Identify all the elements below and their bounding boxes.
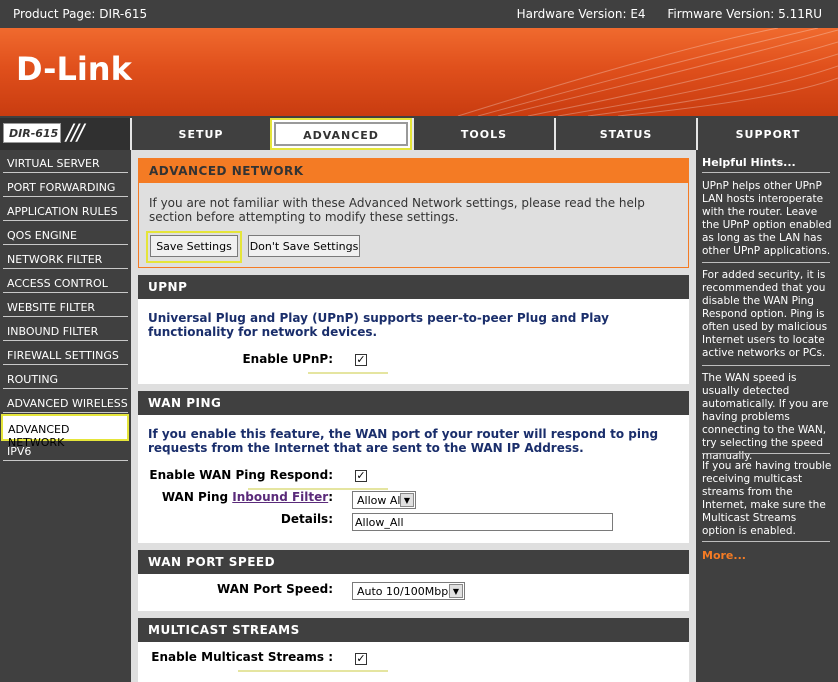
banner-decoration: [457, 28, 838, 116]
wan-ping-filter-label: WAN Ping Inbound Filter:: [148, 490, 333, 504]
tab-setup[interactable]: SETUP: [130, 118, 270, 150]
enable-multicast-label: Enable Multicast Streams :: [151, 650, 333, 664]
help-divider: [702, 453, 830, 454]
tab-advanced-label: ADVANCED: [274, 122, 408, 146]
enable-upnp-label: Enable UPnP:: [242, 352, 333, 366]
enable-upnp-checkbox[interactable]: ✓: [355, 354, 367, 366]
enable-multicast-checkbox[interactable]: ✓: [355, 653, 367, 665]
sidebar-item-ipv6[interactable]: IPV6: [3, 441, 128, 461]
advanced-message: If you are not familiar with these Advan…: [149, 196, 645, 224]
inbound-filter-select[interactable]: Allow All ▼: [352, 491, 416, 509]
details-field[interactable]: Allow_All: [352, 513, 613, 531]
tab-tools[interactable]: TOOLS: [412, 118, 554, 150]
sidebar: VIRTUAL SERVER PORT FORWARDING APPLICATI…: [0, 150, 131, 682]
tab-support[interactable]: SUPPORT: [696, 118, 838, 150]
help-divider: [702, 172, 830, 173]
wan-port-speed-section: WAN PORT SPEED WAN Port Speed: Auto 10/1…: [138, 550, 689, 611]
multicast-streams-section: MULTICAST STREAMS Enable Multicast Strea…: [138, 618, 689, 682]
inbound-filter-link[interactable]: Inbound Filter: [232, 490, 328, 504]
upnp-section: UPNP Universal Plug and Play (UPnP) supp…: [138, 275, 689, 384]
wan-ping-section: WAN PING If you enable this feature, the…: [138, 391, 689, 543]
tab-status[interactable]: STATUS: [554, 118, 696, 150]
wan-port-speed-select[interactable]: Auto 10/100Mbps ▼: [352, 582, 465, 600]
section-title: UPNP: [138, 275, 689, 299]
sidebar-item-port-forwarding[interactable]: PORT FORWARDING: [3, 177, 128, 197]
top-info-bar: Product Page: DIR-615 Hardware Version: …: [0, 0, 838, 28]
main-content: ADVANCED NETWORK If you are not familiar…: [131, 150, 696, 682]
highlight-underline: [308, 372, 388, 374]
header-banner: D-Link: [0, 28, 838, 116]
help-multicast-hint: If you are having trouble receiving mult…: [702, 460, 832, 537]
wan-ping-description: If you enable this feature, the WAN port…: [148, 427, 659, 455]
help-divider: [702, 365, 830, 366]
version-info: Hardware Version: E4 Firmware Version: 5…: [499, 7, 822, 21]
help-panel: Helpful Hints... UPnP helps other UPnP L…: [696, 150, 838, 682]
wan-ping-filter-label-post: :: [328, 490, 333, 504]
sidebar-item-firewall-settings[interactable]: FIREWALL SETTINGS: [3, 345, 128, 365]
wan-ping-filter-label-pre: WAN Ping: [161, 490, 229, 504]
help-more-link[interactable]: More...: [702, 549, 746, 562]
section-title: WAN PORT SPEED: [138, 550, 689, 574]
help-divider: [702, 541, 830, 542]
advanced-network-section: ADVANCED NETWORK If you are not familiar…: [138, 158, 689, 268]
sidebar-item-network-filter[interactable]: NETWORK FILTER: [3, 249, 128, 269]
help-divider: [702, 262, 830, 263]
wan-port-speed-label: WAN Port Speed:: [217, 582, 333, 596]
model-name: DIR-615: [3, 123, 61, 143]
save-settings-button[interactable]: Save Settings: [150, 235, 238, 257]
help-wan-speed-hint: The WAN speed is usually detected automa…: [702, 372, 829, 462]
dlink-logo: D-Link: [16, 50, 132, 88]
inbound-filter-value: Allow All: [357, 494, 404, 507]
chevron-down-icon: ▼: [449, 584, 463, 598]
product-page-label: Product Page: DIR-615: [13, 7, 148, 21]
sidebar-item-routing[interactable]: ROUTING: [3, 369, 128, 389]
enable-wan-ping-label: Enable WAN Ping Respond:: [149, 468, 333, 482]
help-wan-ping-hint: For added security, it is recommended th…: [702, 269, 828, 359]
sidebar-item-qos-engine[interactable]: QOS ENGINE: [3, 225, 128, 245]
sidebar-item-application-rules[interactable]: APPLICATION RULES: [3, 201, 128, 221]
tab-advanced[interactable]: ADVANCED: [270, 118, 412, 150]
sidebar-item-access-control[interactable]: ACCESS CONTROL: [3, 273, 128, 293]
enable-wan-ping-checkbox[interactable]: ✓: [355, 470, 367, 482]
hardware-version: Hardware Version: E4: [516, 7, 646, 21]
model-badge: DIR-615 ///: [0, 118, 130, 150]
sidebar-item-inbound-filter[interactable]: INBOUND FILTER: [3, 321, 128, 341]
wan-port-speed-value: Auto 10/100Mbps: [357, 585, 454, 598]
help-title: Helpful Hints...: [702, 156, 796, 169]
firmware-version: Firmware Version: 5.11RU: [667, 7, 822, 21]
model-decoration: ///: [66, 121, 84, 146]
details-label: Details:: [280, 512, 333, 526]
dont-save-settings-button[interactable]: Don't Save Settings: [248, 235, 360, 257]
sidebar-item-advanced-network[interactable]: ADVANCED NETWORK: [1, 414, 129, 449]
section-title: MULTICAST STREAMS: [138, 618, 689, 642]
sidebar-item-website-filter[interactable]: WEBSITE FILTER: [3, 297, 128, 317]
section-title: ADVANCED NETWORK: [139, 159, 688, 183]
section-title: WAN PING: [138, 391, 689, 415]
main-nav: DIR-615 /// SETUP ADVANCED TOOLS STATUS …: [0, 116, 838, 150]
upnp-description: Universal Plug and Play (UPnP) supports …: [148, 311, 609, 339]
sidebar-item-advanced-wireless[interactable]: ADVANCED WIRELESS: [3, 393, 128, 413]
highlight-underline: [238, 670, 388, 672]
help-upnp-hint: UPnP helps other UPnP LAN hosts interope…: [702, 180, 832, 257]
sidebar-item-virtual-server[interactable]: VIRTUAL SERVER: [3, 153, 128, 173]
chevron-down-icon: ▼: [400, 493, 414, 507]
